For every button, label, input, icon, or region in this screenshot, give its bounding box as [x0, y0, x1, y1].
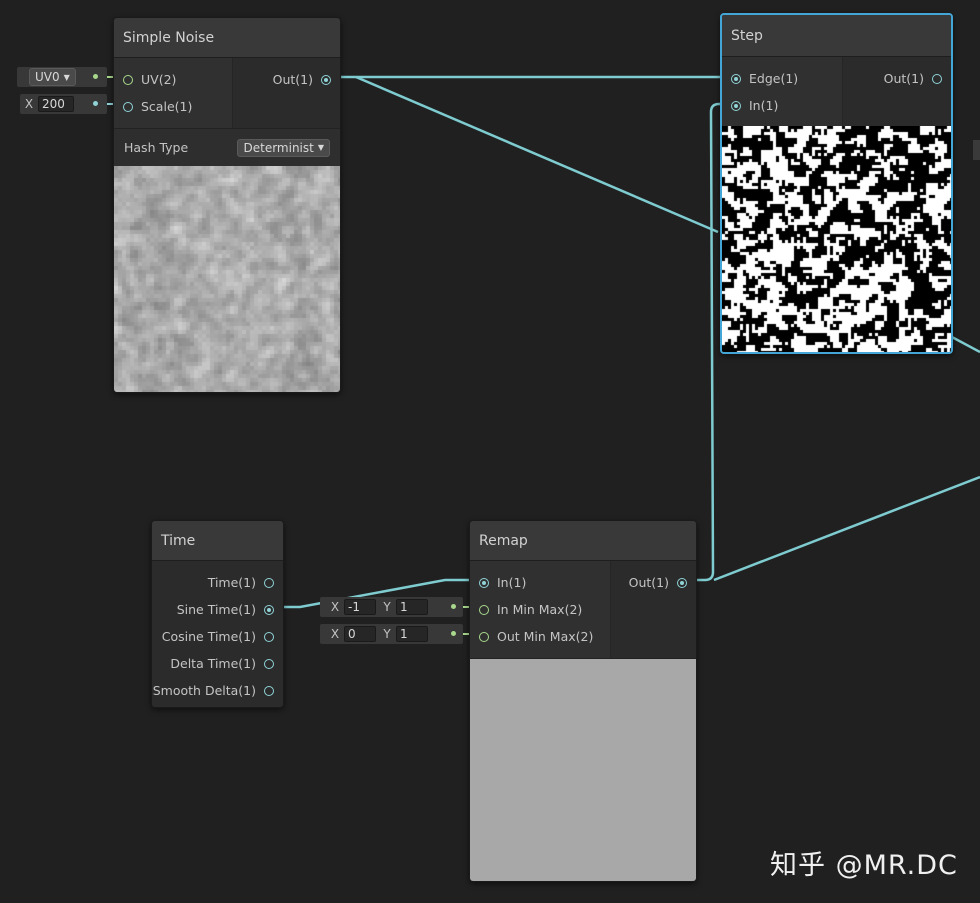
- port-sine-time-connector[interactable]: [264, 604, 274, 615]
- out-max-y-label: Y: [383, 627, 391, 641]
- out-min-max-field[interactable]: X 0 Y 1: [320, 624, 463, 644]
- in-min-x-label: X: [330, 600, 340, 614]
- in-min-x-input[interactable]: -1: [344, 599, 376, 615]
- step-title[interactable]: Step: [722, 15, 951, 57]
- step-node[interactable]: Step Edge(1) In(1) Out(1): [720, 13, 953, 354]
- remap-title[interactable]: Remap: [470, 521, 696, 561]
- port-scale-connector[interactable]: [123, 101, 133, 112]
- port-scale[interactable]: Scale(1): [114, 93, 232, 120]
- port-smooth-delta[interactable]: Smooth Delta(1): [152, 677, 283, 704]
- uv-channel-dropdown[interactable]: UV0 ▼: [29, 68, 76, 86]
- port-step-out-connector[interactable]: [932, 73, 942, 84]
- time-node[interactable]: Time Time(1) Sine Time(1) Cosine Time(1)…: [151, 520, 284, 708]
- port-in-min-max[interactable]: In Min Max(2): [470, 596, 610, 623]
- remap-preview: [470, 658, 696, 881]
- chevron-down-icon: ▼: [317, 143, 324, 152]
- step-ports: Edge(1) In(1) Out(1): [722, 57, 951, 127]
- port-remap-out-connector[interactable]: [677, 577, 687, 588]
- simple-noise-ports: UV(2) Scale(1) Out(1): [114, 58, 340, 128]
- port-step-in-connector[interactable]: [731, 100, 741, 111]
- port-delta-time[interactable]: Delta Time(1): [152, 650, 283, 677]
- remap-node[interactable]: Remap In(1) In Min Max(2) Out Min Max(2)…: [469, 520, 697, 882]
- step-inputs: Edge(1) In(1): [722, 57, 842, 127]
- out-min-max-connector: [451, 631, 456, 636]
- port-out-min-max[interactable]: Out Min Max(2): [470, 623, 610, 650]
- hash-type-label: Hash Type: [124, 140, 189, 155]
- port-remap-in-connector[interactable]: [479, 577, 489, 588]
- port-noise-out-connector[interactable]: [321, 74, 331, 85]
- port-noise-out[interactable]: Out(1): [233, 66, 340, 93]
- port-edge-connector[interactable]: [731, 73, 741, 84]
- remap-inputs: In(1) In Min Max(2) Out Min Max(2): [470, 561, 610, 658]
- wire-remap-out-offscreen: [713, 475, 980, 582]
- scale-x-input[interactable]: 200: [38, 96, 74, 112]
- watermark: 知乎 @MR.DC: [770, 850, 958, 881]
- simple-noise-preview: [114, 166, 340, 392]
- simple-noise-title[interactable]: Simple Noise: [114, 18, 340, 58]
- port-time[interactable]: Time(1): [152, 569, 283, 596]
- out-max-y-input[interactable]: 1: [396, 626, 428, 642]
- wire-noise-out-offscreen: [355, 75, 719, 234]
- simple-noise-inputs: UV(2) Scale(1): [114, 58, 232, 128]
- port-smooth-delta-connector[interactable]: [264, 685, 274, 696]
- wire-step-out-offscreen: [949, 334, 980, 354]
- port-remap-out[interactable]: Out(1): [611, 569, 696, 596]
- time-title[interactable]: Time: [152, 521, 283, 561]
- in-max-y-label: Y: [383, 600, 391, 614]
- port-remap-in[interactable]: In(1): [470, 569, 610, 596]
- shader-graph-canvas[interactable]: UV0 ▼ X 200 Simple Noise UV(2) Scale(1) O…: [0, 0, 980, 903]
- port-in-min-max-connector[interactable]: [479, 604, 489, 615]
- port-uv[interactable]: UV(2): [114, 66, 232, 93]
- in-max-y-input[interactable]: 1: [396, 599, 428, 615]
- in-min-max-field[interactable]: X -1 Y 1: [320, 597, 463, 617]
- port-cosine-time[interactable]: Cosine Time(1): [152, 623, 283, 650]
- remap-ports: In(1) In Min Max(2) Out Min Max(2) Out(1…: [470, 561, 696, 658]
- offscreen-node-edge: [973, 140, 980, 160]
- port-edge[interactable]: Edge(1): [722, 65, 842, 92]
- time-outputs: Time(1) Sine Time(1) Cosine Time(1) Delt…: [152, 561, 283, 707]
- hash-type-dropdown[interactable]: Determinist ▼: [237, 138, 330, 157]
- port-cosine-time-connector[interactable]: [264, 631, 274, 642]
- chevron-down-icon: ▼: [63, 72, 70, 82]
- port-step-in[interactable]: In(1): [722, 92, 842, 119]
- port-sine-time[interactable]: Sine Time(1): [152, 596, 283, 623]
- step-preview: [722, 126, 951, 352]
- out-min-x-input[interactable]: 0: [344, 626, 376, 642]
- in-min-max-connector: [451, 604, 456, 609]
- remap-outputs: Out(1): [610, 561, 696, 658]
- port-out-min-max-connector[interactable]: [479, 631, 489, 642]
- port-step-out[interactable]: Out(1): [843, 65, 951, 92]
- simple-noise-outputs: Out(1): [232, 58, 340, 128]
- step-outputs: Out(1): [842, 57, 951, 127]
- scale-field-connector: [93, 101, 98, 106]
- simple-noise-node[interactable]: Simple Noise UV(2) Scale(1) Out(1) Hash …: [113, 17, 341, 393]
- hash-type-row: Hash Type Determinist ▼: [114, 128, 340, 166]
- out-min-x-label: X: [330, 627, 340, 641]
- uv-field-connector: [93, 74, 98, 79]
- port-uv-connector[interactable]: [123, 74, 133, 85]
- port-time-connector[interactable]: [264, 577, 274, 588]
- scale-x-label: X: [24, 97, 34, 111]
- port-delta-time-connector[interactable]: [264, 658, 274, 669]
